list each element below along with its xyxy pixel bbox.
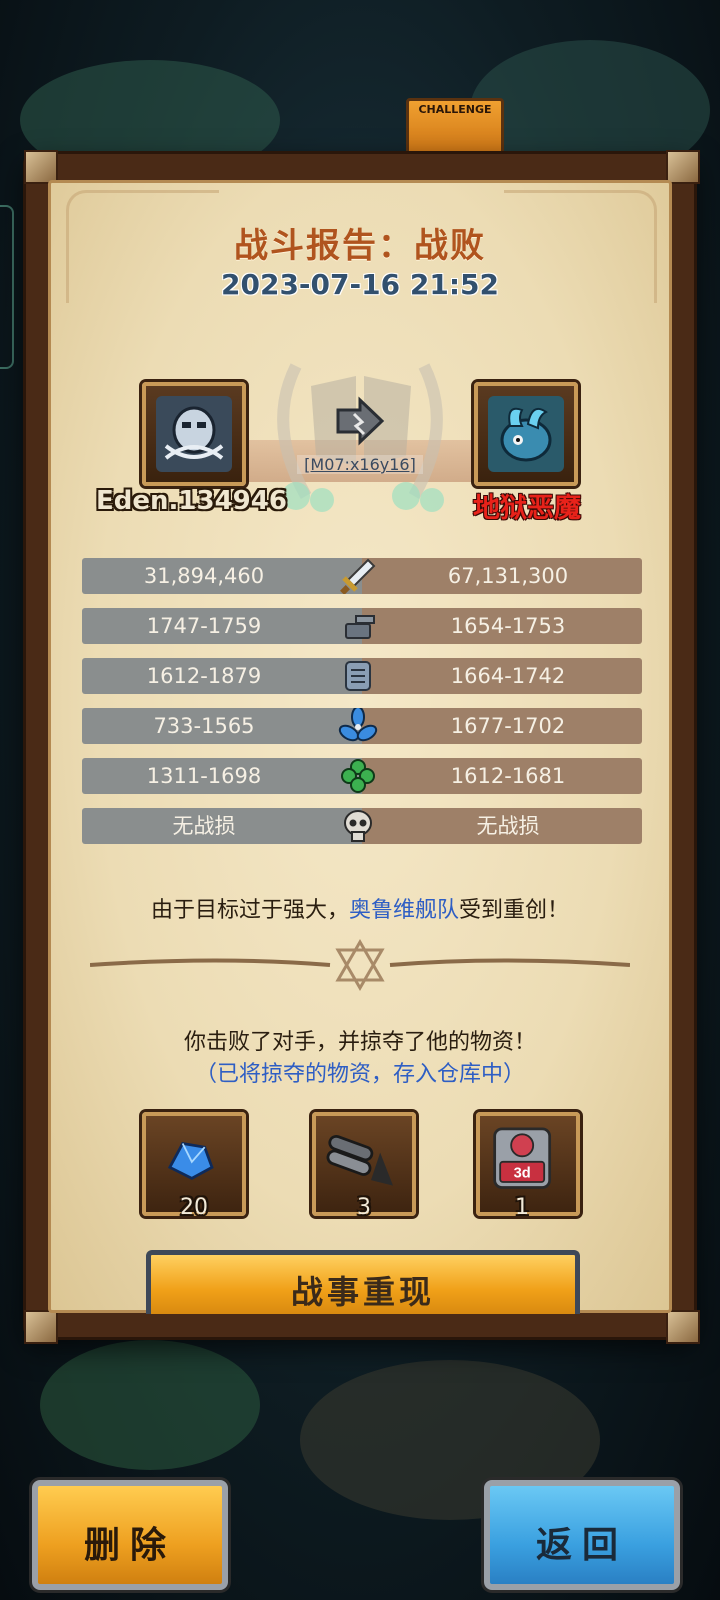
battle-replay-button[interactable]: 战事重现 [146,1250,580,1314]
back-button[interactable]: 返回 [484,1480,680,1590]
stat-row-luck: 1311-1698 1612-1681 [82,758,642,794]
coordinate-link[interactable]: [M07:x16y16] [297,455,423,474]
defender-stat-value: 1654-1753 [450,614,566,638]
delete-button[interactable]: 删除 [32,1480,228,1590]
loot-message: 你击败了对手，并掠夺了他的物资！ [183,1030,536,1055]
attacker-stat-value: 1747-1759 [146,614,262,638]
panel-corner [666,150,700,184]
island-shape [40,1340,260,1470]
report-title: 战斗报告：战败 [234,226,486,266]
battle-arrow-icon [336,396,385,446]
attacker-stat-value: 无战损 [172,814,236,838]
loot-stored-note: （已将掠夺的物资，存入仓库中） [194,1062,525,1087]
blue-crystal-icon [167,1141,214,1180]
stat-row-power: 31,894,460 67,131,300 [82,558,642,594]
speedup-3d-icon: 3d [493,1127,552,1189]
loot-count: 3 [357,1195,371,1220]
message-text: 由于目标过于强大， [150,898,349,923]
defender-stat-value: 1677-1702 [450,714,566,738]
armor-icon [345,661,371,691]
panel-corner [666,1310,700,1344]
replay-label: 战事重现 [290,1273,435,1311]
cannon-barrel-icon [326,1134,393,1186]
cannon-icon [345,615,375,639]
star-divider-icon [90,939,630,991]
stat-row-speed: 733-1565 1677-1702 [82,708,642,744]
defender-stat-value: 1612-1681 [450,764,566,788]
attacker-stat-value: 1612-1879 [146,664,262,688]
stat-row-defense: 1612-1879 1664-1742 [82,658,642,694]
stat-row-attack: 1747-1759 1654-1753 [82,608,642,644]
loot-count: 1 [515,1195,529,1220]
panel-corner [24,150,58,184]
stat-row-losses: 无战损 无战损 [82,808,642,844]
propeller-icon [338,708,378,742]
attacker-stat-value: 31,894,460 [143,564,265,588]
defender-stat-value: 1664-1742 [450,664,566,688]
speedup-badge: 3d [514,1165,531,1181]
defender-name: 地狱恶魔 [473,493,581,524]
battle-result-message: 由于目标过于强大，奥鲁维舰队受到重创！ [0,892,720,924]
defender-stat-value: 无战损 [476,814,540,838]
attacker-stat-value: 733-1565 [153,714,255,738]
defender-avatar[interactable] [474,382,578,486]
challenge-label: CHALLENGE [418,103,492,116]
pirate-helmet-icon [156,396,232,472]
back-label: 返回 [535,1525,628,1566]
attacker-avatar[interactable] [142,382,246,486]
fleet-name-link[interactable]: 奥鲁维舰队 [349,898,459,923]
clover-icon [341,759,375,793]
attacker-stat-value: 1311-1698 [146,764,262,788]
hell-demon-icon [488,396,564,472]
delete-label: 删除 [83,1525,176,1566]
message-text: 受到重创！ [459,898,570,923]
panel-corner [24,1310,58,1344]
report-datetime: 2023-07-16 21:52 [221,268,499,301]
defender-stat-value: 67,131,300 [447,564,569,588]
loot-count: 20 [180,1195,208,1220]
attacker-name: Eden.134946 [96,486,287,516]
sword-icon [340,558,376,594]
skull-icon [344,810,372,842]
